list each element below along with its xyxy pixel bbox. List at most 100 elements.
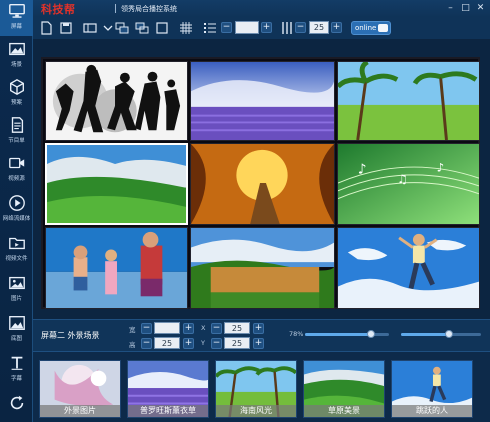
width-field[interactable]: [154, 322, 180, 334]
wall-tile-lavender[interactable]: [190, 61, 335, 141]
sidebar-item-program[interactable]: 节目单: [0, 114, 33, 150]
maximize-icon[interactable]: □: [460, 3, 471, 14]
sidebar-item-label: 视频文件: [5, 256, 28, 262]
wall-tile-jumping[interactable]: [337, 227, 480, 309]
sidebar-item-label: 字幕: [10, 376, 22, 382]
refresh-button[interactable]: [0, 392, 33, 422]
refresh-icon: [10, 395, 23, 410]
text-icon: [11, 356, 22, 370]
decrement-button[interactable]: −: [221, 22, 232, 33]
wall-tile-grassland[interactable]: [45, 143, 188, 225]
sidebar-item-image[interactable]: 图片: [0, 272, 33, 308]
x-label: X: [201, 324, 206, 332]
close-icon[interactable]: ✕: [475, 3, 486, 14]
increment-button[interactable]: +: [183, 323, 194, 334]
music-notes-image: ♪ ♫ ♪: [338, 144, 479, 224]
slider-fill: [305, 333, 371, 336]
online-toggle[interactable]: online: [351, 21, 391, 35]
decrement-button[interactable]: −: [141, 338, 152, 349]
save-icon[interactable]: [59, 21, 73, 35]
document-icon: [11, 117, 23, 133]
image-icon: [8, 276, 25, 290]
columns-field[interactable]: 25: [309, 21, 329, 34]
sidebar-item-subtitle[interactable]: 字幕: [0, 352, 33, 388]
sidebar-item-label: 预案: [10, 100, 22, 106]
thumbnail-caption: 普罗旺斯薰衣草: [128, 405, 208, 417]
x-field[interactable]: 25: [224, 322, 250, 334]
thumbnail-caption: 草原美景: [304, 405, 384, 417]
sidebar-item-label: 屏幕: [10, 24, 22, 30]
thumbnail-card[interactable]: 草原美景: [303, 360, 385, 418]
increment-button[interactable]: +: [261, 22, 272, 33]
media-thumbnail-strip: 外景图片 普罗旺斯薰衣草 海南风光 草原美景 跳跃的人: [33, 352, 490, 422]
decrement-button[interactable]: −: [295, 22, 306, 33]
wall-tile-beach-kids[interactable]: [45, 227, 188, 309]
play-circle-icon: [8, 195, 25, 211]
new-file-icon[interactable]: [39, 21, 53, 35]
beach-kids-image: [46, 228, 187, 308]
decrement-button[interactable]: −: [211, 338, 222, 349]
minimize-icon[interactable]: –: [445, 3, 456, 14]
cliffs-image: [191, 228, 334, 308]
increment-button[interactable]: +: [183, 338, 194, 349]
columns-icon[interactable]: [280, 21, 294, 35]
fullscreen-icon[interactable]: [155, 21, 169, 35]
sidebar: 屏幕 场景 预案 节目单 视频源 网络流媒体 视频文件 图片 底图 字幕: [0, 0, 33, 422]
toggle-knob: [378, 24, 388, 32]
thumbnail-caption: 海南风光: [216, 405, 296, 417]
sidebar-item-network-stream[interactable]: 网络流媒体: [0, 192, 33, 228]
rows-icon[interactable]: [203, 21, 217, 35]
brand-logo: 科技帮: [41, 3, 76, 16]
wall-tile-silhouettes[interactable]: [45, 61, 188, 141]
grassland-image: [47, 145, 186, 223]
thumbnail-card[interactable]: 海南风光: [215, 360, 297, 418]
slider-thumb[interactable]: [367, 330, 375, 338]
slider-thumb[interactable]: [445, 330, 453, 338]
decrement-button[interactable]: −: [141, 323, 152, 334]
sidebar-item-label: 场景: [10, 62, 22, 68]
wall-tile-cliffs[interactable]: [190, 227, 335, 309]
online-label: online: [355, 24, 377, 32]
thumbnail-card[interactable]: 普罗旺斯薰衣草: [127, 360, 209, 418]
wall-tile-autumn-road[interactable]: [190, 143, 335, 225]
height-field[interactable]: 25: [154, 337, 180, 349]
window-merge-icon[interactable]: [135, 21, 149, 35]
scene-icon: [8, 42, 25, 56]
thumbnail-card[interactable]: 跳跃的人: [391, 360, 473, 418]
window-split-icon[interactable]: [115, 21, 129, 35]
sidebar-item-label: 图片: [10, 296, 22, 302]
height-label: 高: [129, 341, 136, 349]
sidebar-item-label: 底图: [10, 336, 22, 342]
sidebar-item-screen[interactable]: 屏幕: [0, 0, 33, 36]
toolbar: − + − 25 + online: [33, 17, 490, 39]
wall-tile-palms[interactable]: [337, 61, 480, 141]
silhouettes-image: [46, 62, 187, 140]
y-field[interactable]: 25: [224, 337, 250, 349]
increment-button[interactable]: +: [253, 323, 264, 334]
wall-tile-music[interactable]: ♪ ♫ ♪: [337, 143, 480, 225]
dropdown-arrow-icon[interactable]: [101, 21, 115, 35]
svg-text:♪: ♪: [437, 160, 445, 174]
rows-field[interactable]: [235, 21, 259, 34]
sidebar-item-video-file[interactable]: 视频文件: [0, 232, 33, 268]
control-panel: 屏幕二 外景场景 宽 − + 高 − 25 + X − 25 + Y − 25 …: [33, 319, 490, 352]
increment-button[interactable]: +: [331, 22, 342, 33]
folder-icon: [8, 237, 25, 250]
thumbnail-card[interactable]: 外景图片: [39, 360, 121, 418]
grid-icon[interactable]: [179, 21, 193, 35]
sidebar-item-video-source[interactable]: 视频源: [0, 152, 33, 188]
svg-text:♫: ♫: [397, 172, 408, 186]
video-wall-area: ♪ ♫ ♪: [33, 39, 490, 319]
increment-button[interactable]: +: [253, 338, 264, 349]
lavender-field-image: [191, 62, 334, 140]
layout-icon[interactable]: [83, 21, 97, 35]
sidebar-item-scene[interactable]: 场景: [0, 38, 33, 74]
jumping-person-image: [338, 228, 479, 308]
sidebar-item-background[interactable]: 底图: [0, 312, 33, 348]
app-subtitle: 领秀局合播控系统: [121, 5, 177, 13]
sidebar-item-plan[interactable]: 预案: [0, 76, 33, 112]
sidebar-item-label: 视频源: [8, 176, 25, 182]
width-label: 宽: [129, 326, 136, 334]
decrement-button[interactable]: −: [211, 323, 222, 334]
autumn-road-image: [191, 144, 334, 224]
